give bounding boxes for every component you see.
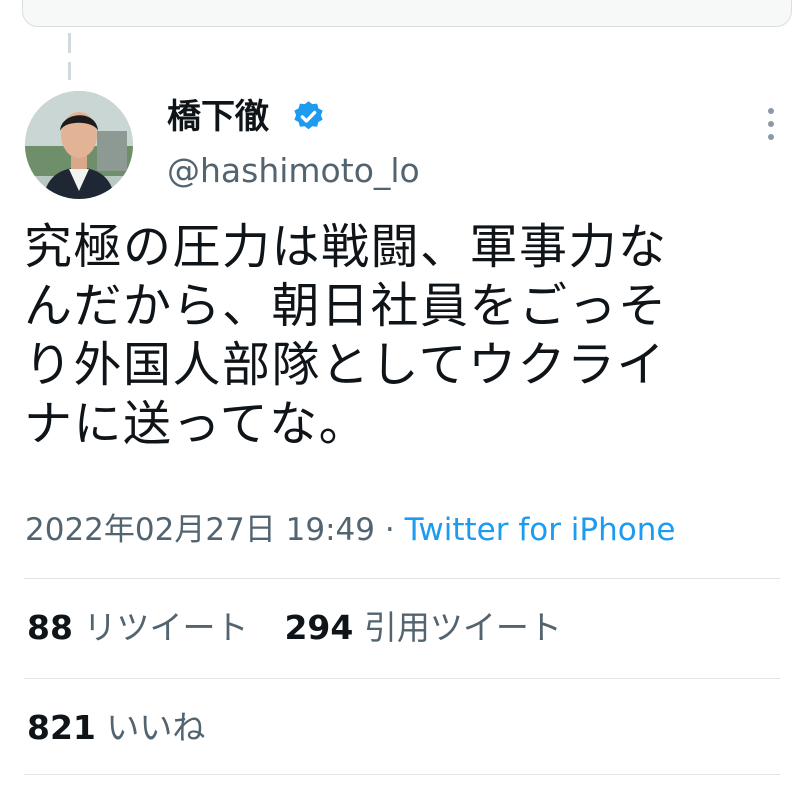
- tweet-text-line: 究極の圧力は戦闘、軍事力な: [24, 219, 668, 275]
- author-display-name[interactable]: 橋下徹: [167, 97, 269, 137]
- divider: [24, 578, 780, 579]
- likes-label: いいね: [106, 708, 206, 747]
- avatar[interactable]: [25, 91, 133, 199]
- more-options-icon[interactable]: [761, 108, 781, 140]
- likes-stat[interactable]: 821 いいね: [27, 708, 205, 747]
- likes-count: 821: [27, 708, 96, 747]
- tweet-text: 究極の圧力は戦闘、軍事力な んだから、朝日社員をごっそ り外国人部隊としてウクラ…: [24, 218, 794, 454]
- tweet-text-line: んだから、朝日社員をごっそ: [24, 278, 668, 334]
- tweet-meta: 2022年02月27日 19:49 · Twitter for iPhone: [25, 510, 675, 550]
- tweet-text-line: り外国人部隊としてウクライ: [24, 337, 667, 393]
- retweets-label: リツイート: [83, 608, 249, 647]
- previous-tweet-card[interactable]: [22, 0, 792, 27]
- retweets-count: 88: [27, 608, 73, 647]
- quotes-label: 引用ツイート: [363, 608, 562, 647]
- tweet-timestamp[interactable]: 2022年02月27日 19:49: [25, 512, 375, 548]
- thread-connector-top: [68, 33, 71, 53]
- retweets-stat[interactable]: 88 リツイート: [27, 608, 248, 647]
- tweet-source-link[interactable]: Twitter for iPhone: [405, 512, 676, 548]
- engagement-stats-row: 88 リツイート 294 引用ツイート: [27, 607, 562, 649]
- thread-connector-bottom: [68, 62, 71, 80]
- verified-badge-icon: [294, 101, 323, 130]
- likes-stats-row: 821 いいね: [27, 707, 205, 749]
- divider: [24, 774, 780, 775]
- tweet-text-line: ナに送ってな。: [24, 396, 369, 452]
- quotes-count: 294: [284, 608, 354, 647]
- quotes-stat[interactable]: 294 引用ツイート: [284, 608, 561, 647]
- divider: [24, 678, 780, 679]
- meta-separator: ·: [384, 512, 395, 548]
- avatar-image: [25, 91, 133, 199]
- author-handle[interactable]: @hashimoto_lo: [167, 151, 420, 191]
